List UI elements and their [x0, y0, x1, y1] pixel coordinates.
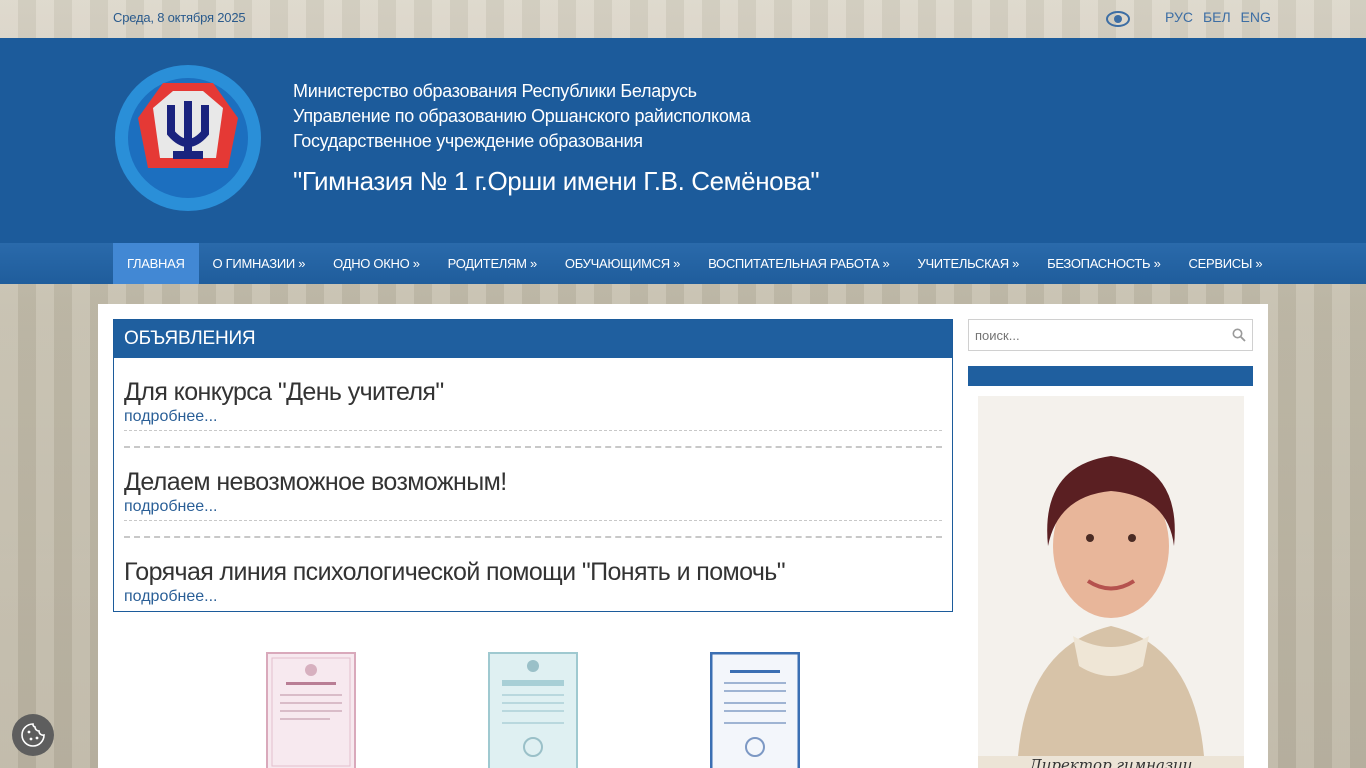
announcement-title[interactable]: Делаем невозможное возможным! — [124, 448, 942, 496]
lang-en[interactable]: ENG — [1241, 9, 1271, 25]
search-icon[interactable] — [1232, 328, 1246, 342]
sidebar-header-bar — [968, 366, 1253, 386]
announcement-title[interactable]: Для конкурса "День учителя" — [124, 358, 942, 406]
search-box — [968, 319, 1253, 351]
nav-item-safety[interactable]: БЕЗОПАСНОСТЬ » — [1033, 243, 1174, 284]
lang-by[interactable]: БЕЛ — [1203, 9, 1231, 25]
site-title: "Гимназия № 1 г.Орши имени Г.В. Семёнова… — [293, 166, 820, 196]
site-header: Министерство образования Республики Бела… — [0, 38, 1366, 243]
cookie-settings-button[interactable] — [12, 714, 54, 756]
header-line-department: Управление по образованию Оршанского рай… — [293, 106, 751, 126]
nav-item-services[interactable]: СЕРВИСЫ » — [1175, 243, 1277, 284]
nav-item-one-window[interactable]: ОДНО ОКНО » — [319, 243, 433, 284]
search-input[interactable] — [969, 320, 1219, 350]
language-switcher: РУС БЕЛ ENG — [1165, 9, 1277, 25]
certificate-image[interactable] — [266, 652, 356, 768]
gymnasium-logo[interactable] — [113, 63, 263, 213]
eye-icon[interactable] — [1106, 10, 1130, 28]
nav-item-home[interactable]: ГЛАВНАЯ — [113, 243, 199, 284]
certificates-row — [113, 622, 953, 768]
lang-ru[interactable]: РУС — [1165, 9, 1193, 25]
topbar: Среда, 8 октября 2025 РУС БЕЛ ENG — [0, 0, 1366, 38]
announcements-heading: ОБЪЯВЛЕНИЯ — [114, 320, 952, 358]
photo-caption: Директор гимназии — [1029, 756, 1193, 768]
main-navigation: ГЛАВНАЯ О ГИМНАЗИИ » ОДНО ОКНО » РОДИТЕЛ… — [0, 243, 1366, 284]
announcement-title[interactable]: Горячая линия психологической помощи "По… — [124, 538, 942, 586]
read-more-link[interactable]: подробнее... — [124, 586, 942, 610]
header-line-institution: Государственное учреждение образования — [293, 131, 643, 151]
certificate-image[interactable] — [488, 652, 578, 768]
director-portrait — [978, 396, 1244, 756]
read-more-link[interactable]: подробнее... — [124, 496, 942, 521]
nav-item-teachers[interactable]: УЧИТЕЛЬСКАЯ » — [903, 243, 1033, 284]
header-line-ministry: Министерство образования Республики Бела… — [293, 81, 697, 101]
announcement-item: Для конкурса "День учителя" подробнее... — [124, 358, 942, 431]
header-text: Министерство образования Республики Бела… — [293, 79, 820, 197]
nav-item-parents[interactable]: РОДИТЕЛЯМ » — [434, 243, 551, 284]
director-photo[interactable]: Директор гимназии — [978, 396, 1244, 768]
cookie-icon — [21, 723, 45, 747]
current-date: Среда, 8 октября 2025 — [113, 10, 246, 25]
read-more-link[interactable]: подробнее... — [124, 406, 942, 431]
main-content: ОБЪЯВЛЕНИЯ Для конкурса "День учителя" п… — [98, 304, 1268, 768]
nav-item-education-work[interactable]: ВОСПИТАТЕЛЬНАЯ РАБОТА » — [694, 243, 903, 284]
nav-item-about[interactable]: О ГИМНАЗИИ » — [199, 243, 320, 284]
announcement-item: Горячая линия психологической помощи "По… — [124, 538, 942, 610]
announcement-item: Делаем невозможное возможным! подробнее.… — [124, 448, 942, 521]
nav-item-students[interactable]: ОБУЧАЮЩИМСЯ » — [551, 243, 694, 284]
certificate-image[interactable] — [710, 652, 800, 768]
announcements-panel: ОБЪЯВЛЕНИЯ Для конкурса "День учителя" п… — [113, 319, 953, 612]
